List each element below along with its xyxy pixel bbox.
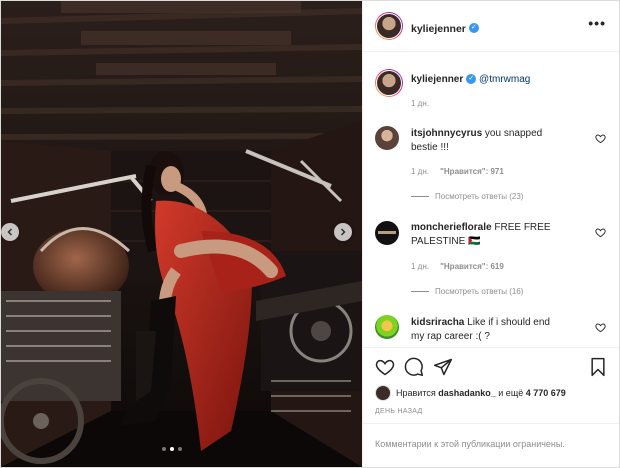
chevron-left-icon xyxy=(7,228,12,236)
post-header: kyliejenner ✓ ••• xyxy=(363,1,619,52)
comment-meta: 1 дн. "Нравится": 971 xyxy=(411,167,504,176)
author-username[interactable]: kyliejenner xyxy=(411,23,466,35)
comment-text-line1: FREE FREE xyxy=(494,222,551,233)
comment-username[interactable]: itsjohnnycyrus xyxy=(411,128,482,139)
more-options-icon[interactable]: ••• xyxy=(588,15,606,31)
carousel-next-button[interactable] xyxy=(334,223,352,241)
comment-2: moncherieflorale FREE FREE PALESTINE 🇵🇸 xyxy=(411,221,591,249)
comment-username[interactable]: kidsriracha xyxy=(411,317,464,328)
header-author: kyliejenner ✓ xyxy=(411,19,479,37)
liker-avatar xyxy=(375,385,391,401)
comment-1: itsjohnnycyrus you snapped bestie !!! xyxy=(411,127,591,155)
caption-username[interactable]: kyliejenner xyxy=(411,74,463,85)
verified-badge-icon: ✓ xyxy=(466,74,477,85)
comment-like-heart-icon[interactable] xyxy=(595,133,606,144)
post-photo[interactable] xyxy=(1,1,362,467)
carousel-dot xyxy=(178,447,182,451)
likes-summary[interactable]: Нравится dashadanko_ и ещё 4 770 679 xyxy=(375,385,566,401)
liker-username[interactable]: dashadanko_ xyxy=(438,388,496,398)
comment-avatar[interactable] xyxy=(375,221,399,245)
carousel-dot xyxy=(162,447,166,451)
carousel-prev-button[interactable] xyxy=(1,223,19,241)
comment-like-heart-icon[interactable] xyxy=(595,227,606,238)
comment-avatar[interactable] xyxy=(375,126,399,150)
comment-text-line2: my rap career :( ? xyxy=(411,331,490,342)
comment-time[interactable]: 1 дн. xyxy=(411,262,429,271)
post-actions: Нравится dashadanko_ и ещё 4 770 679 ДЕН… xyxy=(363,347,619,434)
comment-text-line2: PALESTINE 🇵🇸 xyxy=(411,236,481,247)
comment-3: kidsriracha Like if i should end my rap … xyxy=(411,316,591,344)
comment-meta: 1 дн. "Нравится": 619 xyxy=(411,262,504,271)
carousel-dot-active xyxy=(170,447,174,451)
caption-timestamp[interactable]: 1 дн. xyxy=(411,99,429,108)
post-side-panel: kyliejenner ✓ ••• kyliejenner ✓ @tmrwmag 1… xyxy=(362,1,619,467)
comment-username[interactable]: moncherieflorale xyxy=(411,222,492,233)
caption: kyliejenner ✓ @tmrwmag xyxy=(411,73,530,87)
heart-icon[interactable] xyxy=(375,357,395,377)
carousel-dots xyxy=(162,447,182,451)
likes-middle: и ещё xyxy=(498,388,524,398)
comment-text-line2: bestie !!! xyxy=(411,142,449,153)
view-replies-label: Посмотреть ответы (23) xyxy=(435,192,524,201)
comments-restricted-text: Комментарии к этой публикации ограничены… xyxy=(375,439,565,449)
author-avatar[interactable] xyxy=(375,12,403,40)
view-replies-button[interactable]: Посмотреть ответы (23) xyxy=(411,192,523,201)
comment-text-line1: Like if i should end xyxy=(467,317,550,328)
caption-mention-link[interactable]: @tmrwmag xyxy=(479,74,530,85)
comment-time[interactable]: 1 дн. xyxy=(411,167,429,176)
comments-restricted-footer: Комментарии к этой публикации ограничены… xyxy=(363,423,619,467)
likes-prefix: Нравится xyxy=(396,388,436,398)
comment-like-heart-icon[interactable] xyxy=(595,322,606,333)
comment-like-count[interactable]: "Нравится": 619 xyxy=(440,262,504,271)
comment-avatar[interactable] xyxy=(375,315,399,339)
comment-text-line1: you snapped xyxy=(484,128,543,139)
post-date[interactable]: ДЕНЬ НАЗАД xyxy=(375,408,423,415)
comment-like-count[interactable]: "Нравится": 971 xyxy=(440,167,504,176)
view-replies-label: Посмотреть ответы (16) xyxy=(435,287,524,296)
verified-badge-icon: ✓ xyxy=(468,22,479,33)
bookmark-icon[interactable] xyxy=(588,357,608,377)
send-icon[interactable] xyxy=(433,357,453,377)
post-dialog: kyliejenner ✓ ••• kyliejenner ✓ @tmrwmag 1… xyxy=(0,0,620,468)
photo-scene xyxy=(1,1,362,467)
caption-author-avatar[interactable] xyxy=(375,69,403,97)
chevron-right-icon xyxy=(341,228,346,236)
view-replies-button[interactable]: Посмотреть ответы (16) xyxy=(411,287,523,296)
comment-icon[interactable] xyxy=(404,357,424,377)
likes-count[interactable]: 4 770 679 xyxy=(526,388,566,398)
